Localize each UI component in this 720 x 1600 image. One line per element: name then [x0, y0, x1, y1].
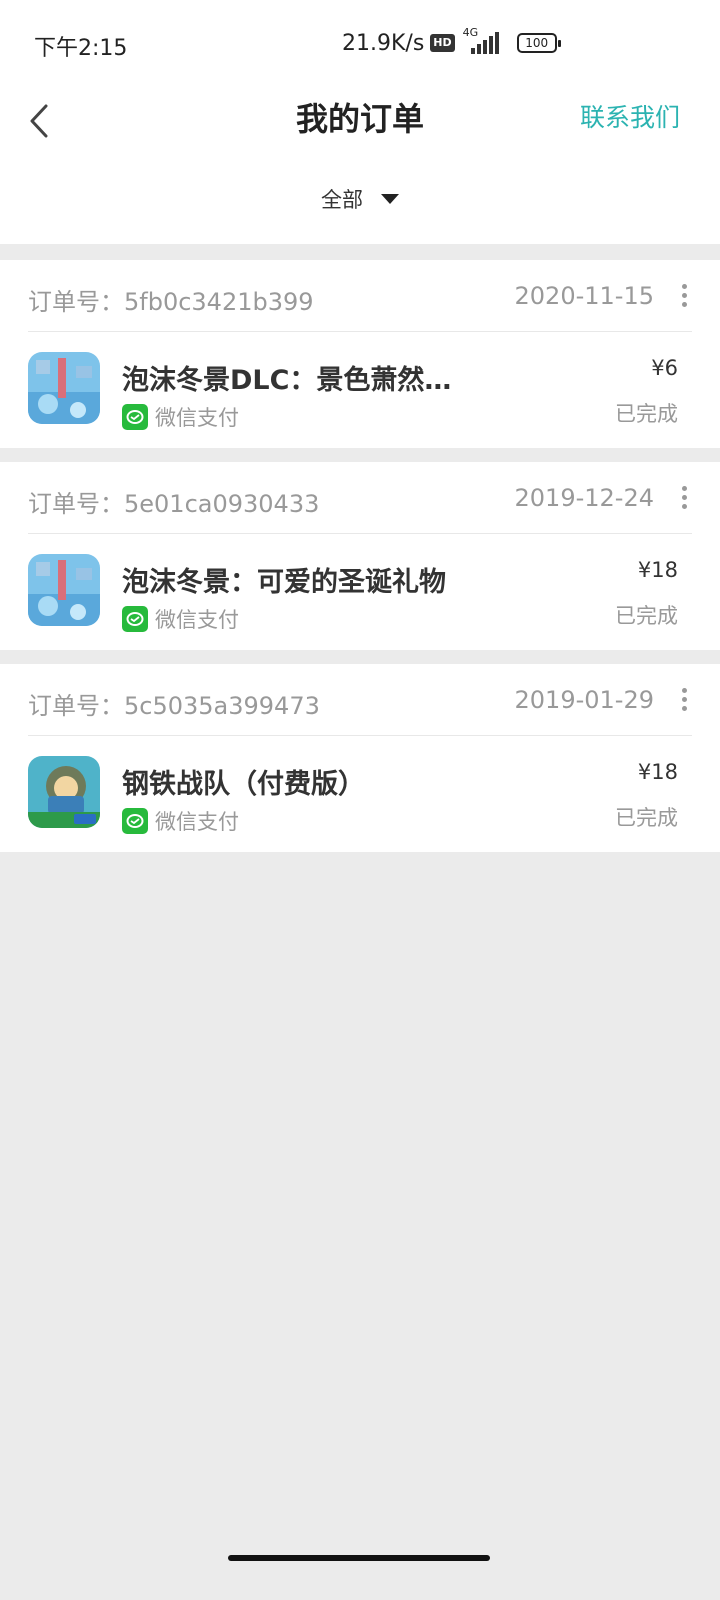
iron-team-app-icon [28, 756, 100, 828]
hd-badge: HD [430, 34, 455, 52]
payment-label: 微信支付 [155, 406, 239, 430]
status-time: 下午2:15 [34, 36, 128, 61]
top-area: 下午2:15 21.9K/s HD 4G 100 我的订单 联系我们 全部 [0, 0, 720, 244]
order-price: ¥18 [637, 760, 678, 784]
battery-icon: 100 [516, 33, 561, 53]
signal-icon: 4G [463, 26, 505, 56]
order-number: 订单号：5e01ca0930433 [28, 490, 320, 518]
caret-down-icon [381, 194, 399, 204]
filter-selected-label: 全部 [321, 188, 363, 212]
order-number: 订单号：5fb0c3421b399 [28, 288, 314, 316]
order-status: 已完成 [615, 806, 678, 830]
order-status: 已完成 [615, 604, 678, 628]
network-speed: 21.9K/s [342, 30, 425, 56]
wechat-pay-icon [122, 606, 148, 632]
payment-label: 微信支付 [155, 608, 239, 632]
more-vertical-icon[interactable] [680, 486, 688, 510]
product-name: 钢铁战队（付费版） [122, 769, 365, 800]
status-indicators: 21.9K/s HD 4G 100 [342, 26, 561, 56]
order-header: 订单号：5c5035a399473 2019-01-29 [28, 664, 692, 736]
foam-winter-app-icon [28, 352, 100, 424]
status-bar: 下午2:15 21.9K/s HD 4G 100 [0, 0, 720, 88]
order-list: 订单号：5fb0c3421b399 2020-11-15 泡沫冬景DLC：景色萧… [0, 260, 720, 866]
order-card[interactable]: 订单号：5fb0c3421b399 2020-11-15 泡沫冬景DLC：景色萧… [0, 260, 720, 448]
battery-level: 100 [525, 36, 549, 50]
contact-us-link[interactable]: 联系我们 [580, 98, 680, 134]
nav-bar: 我的订单 联系我们 [0, 88, 720, 156]
wechat-pay-icon [122, 808, 148, 834]
payment-method: 微信支付 [122, 604, 239, 634]
filter-dropdown[interactable]: 全部 [0, 184, 720, 214]
more-vertical-icon[interactable] [680, 284, 688, 308]
more-vertical-icon[interactable] [680, 688, 688, 712]
order-price: ¥18 [637, 558, 678, 582]
payment-label: 微信支付 [155, 810, 239, 834]
order-date: 2020-11-15 [514, 282, 654, 310]
order-price: ¥6 [651, 356, 678, 380]
order-number: 订单号：5c5035a399473 [28, 692, 320, 720]
product-name: 泡沫冬景：可爱的圣诞礼物 [122, 567, 446, 598]
payment-method: 微信支付 [122, 806, 239, 836]
product-name: 泡沫冬景DLC：景色萧然… [122, 365, 452, 396]
home-indicator[interactable] [228, 1555, 490, 1561]
order-card[interactable]: 订单号：5c5035a399473 2019-01-29 钢铁战队（付费版） 微… [0, 664, 720, 852]
order-date: 2019-01-29 [514, 686, 654, 714]
order-date: 2019-12-24 [514, 484, 654, 512]
order-status: 已完成 [615, 402, 678, 426]
wechat-pay-icon [122, 404, 148, 430]
order-card[interactable]: 订单号：5e01ca0930433 2019-12-24 泡沫冬景：可爱的圣诞礼… [0, 462, 720, 650]
order-header: 订单号：5e01ca0930433 2019-12-24 [28, 462, 692, 534]
payment-method: 微信支付 [122, 402, 239, 432]
order-header: 订单号：5fb0c3421b399 2020-11-15 [28, 260, 692, 332]
foam-winter-app-icon [28, 554, 100, 626]
